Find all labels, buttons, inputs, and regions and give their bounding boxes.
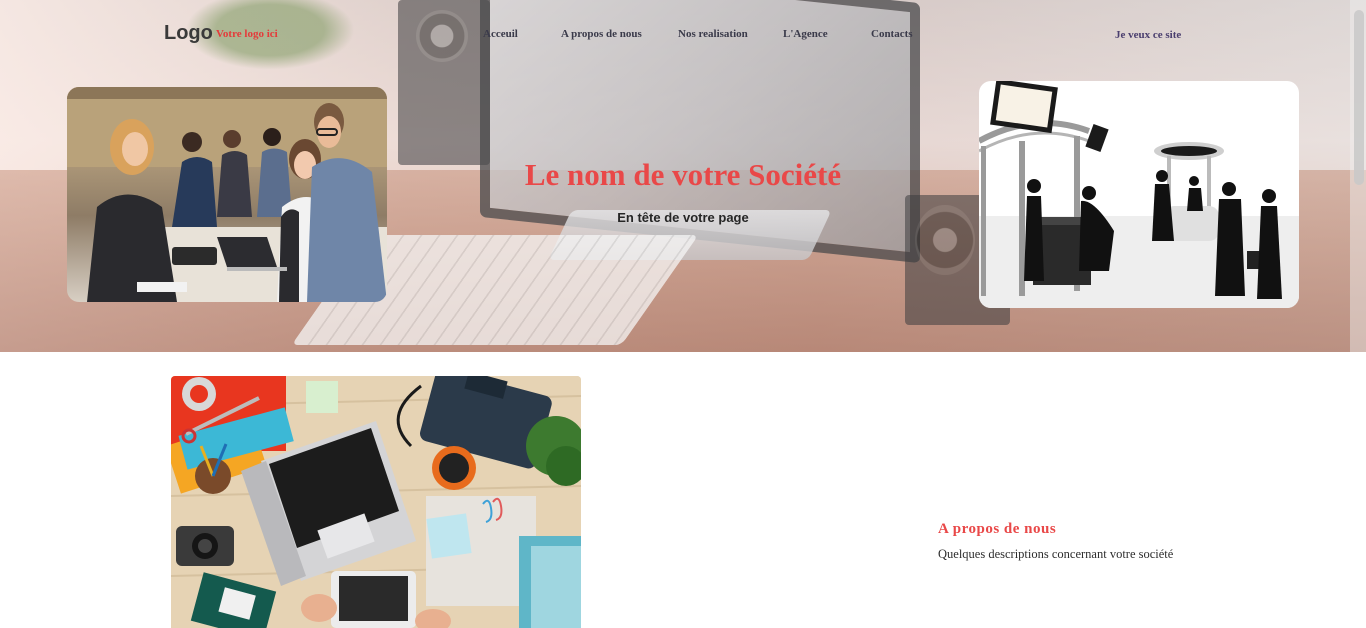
cta-link[interactable]: Je veux ce site xyxy=(1115,29,1181,41)
about-description: Quelques descriptions concernant votre s… xyxy=(938,547,1174,561)
hero-background-speaker xyxy=(398,0,490,165)
scrollbar-thumb[interactable] xyxy=(1354,10,1364,185)
team-photo xyxy=(67,87,387,302)
logo[interactable]: Logo xyxy=(164,22,213,45)
nav-link-contacts[interactable]: Contacts xyxy=(871,28,913,40)
nav-link-a-propos[interactable]: A propos de nous xyxy=(561,28,642,40)
about-title: A propos de nous xyxy=(938,521,1057,537)
hero-title: Le nom de votre Société xyxy=(524,157,842,192)
logo-tagline: Votre logo ici xyxy=(216,28,278,40)
nav-link-realisation[interactable]: Nos realisation xyxy=(678,28,748,40)
scrollbar[interactable] xyxy=(1350,0,1366,352)
desk-top-photo xyxy=(171,376,581,628)
exhibition-illustration xyxy=(979,81,1299,308)
nav-link-acceuil[interactable]: Acceuil xyxy=(483,28,518,40)
nav-link-agence[interactable]: L'Agence xyxy=(783,28,828,40)
hero-subtitle: En tête de votre page xyxy=(617,210,749,225)
